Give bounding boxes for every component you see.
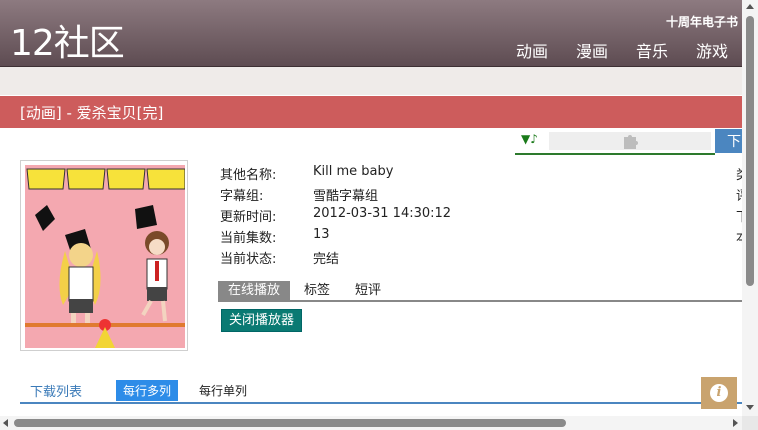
- scroll-left-icon[interactable]: [3, 419, 8, 427]
- info-value: Kill me baby: [313, 164, 394, 179]
- info-label: 更新时间:: [220, 210, 277, 225]
- puzzle-icon: [624, 135, 638, 149]
- info-label: 当前状态:: [220, 252, 277, 267]
- plugin-placeholder[interactable]: [549, 132, 711, 150]
- info-value[interactable]: 雪酷字幕组: [313, 185, 378, 206]
- scroll-right-icon[interactable]: [733, 419, 738, 427]
- single-column-button[interactable]: 每行单列: [199, 382, 247, 399]
- info-label: 其他名称:: [220, 168, 277, 183]
- nav-games[interactable]: 游戏: [696, 38, 728, 62]
- info-row: 其他名称: Kill me baby: [220, 164, 451, 185]
- festival-link[interactable]: 十周年电子书: [666, 13, 738, 30]
- scrollbar-corner: [742, 416, 758, 430]
- tab-short-reviews[interactable]: 短评: [355, 281, 381, 300]
- horizontal-scrollbar[interactable]: [0, 416, 742, 430]
- sub-bar: [0, 67, 758, 95]
- player-strip: ▼♪: [515, 129, 715, 155]
- page-title-bar: [动画] - 爱杀宝贝[完]: [0, 96, 758, 128]
- info-row: 当前集数: 13: [220, 227, 451, 248]
- cover-image: [20, 160, 188, 351]
- info-label: 当前集数:: [220, 231, 277, 246]
- info-icon: i: [710, 384, 728, 402]
- multi-column-button[interactable]: 每行多列: [116, 380, 179, 401]
- download-list-header: 下载列表 每行多列 每行单列: [20, 380, 742, 404]
- anime-info-table: 其他名称: Kill me baby 字幕组: 雪酷字幕组 更新时间: 2012…: [220, 164, 451, 269]
- detail-tabs: 在线播放 标签 短评: [218, 281, 743, 302]
- vertical-scroll-thumb[interactable]: [746, 16, 754, 286]
- tab-tags[interactable]: 标签: [304, 281, 330, 300]
- scroll-up-icon[interactable]: [746, 4, 754, 9]
- download-list-title: 下载列表: [30, 385, 83, 400]
- horizontal-scroll-thumb[interactable]: [14, 419, 566, 427]
- nav-anime[interactable]: 动画: [516, 38, 548, 62]
- info-row: 更新时间: 2012-03-31 14:30:12: [220, 206, 451, 227]
- site-header: 12社区 十周年电子书 动画 漫画 音乐 游戏: [0, 0, 758, 67]
- vertical-scrollbar[interactable]: [742, 0, 758, 416]
- info-label: 字幕组:: [220, 189, 264, 204]
- info-value: 完结: [313, 252, 340, 267]
- info-value: 13: [313, 227, 330, 242]
- main-nav: 动画 漫画 音乐 游戏: [516, 38, 728, 62]
- music-note-icon[interactable]: ▼♪: [521, 132, 538, 146]
- info-row: 字幕组: 雪酷字幕组: [220, 185, 451, 206]
- info-button[interactable]: i: [701, 377, 737, 409]
- info-row: 当前状态: 完结: [220, 248, 451, 269]
- site-logo[interactable]: 12社区: [10, 14, 125, 66]
- scroll-down-icon[interactable]: [746, 405, 754, 410]
- anime-cover-art: [25, 165, 185, 348]
- close-player-button[interactable]: 关闭播放器: [221, 309, 303, 332]
- nav-manga[interactable]: 漫画: [576, 38, 608, 62]
- page-title: [动画] - 爱杀宝贝[完]: [20, 104, 164, 122]
- info-value: 2012-03-31 14:30:12: [313, 206, 452, 221]
- tab-online-play[interactable]: 在线播放: [218, 281, 291, 300]
- nav-music[interactable]: 音乐: [636, 38, 668, 62]
